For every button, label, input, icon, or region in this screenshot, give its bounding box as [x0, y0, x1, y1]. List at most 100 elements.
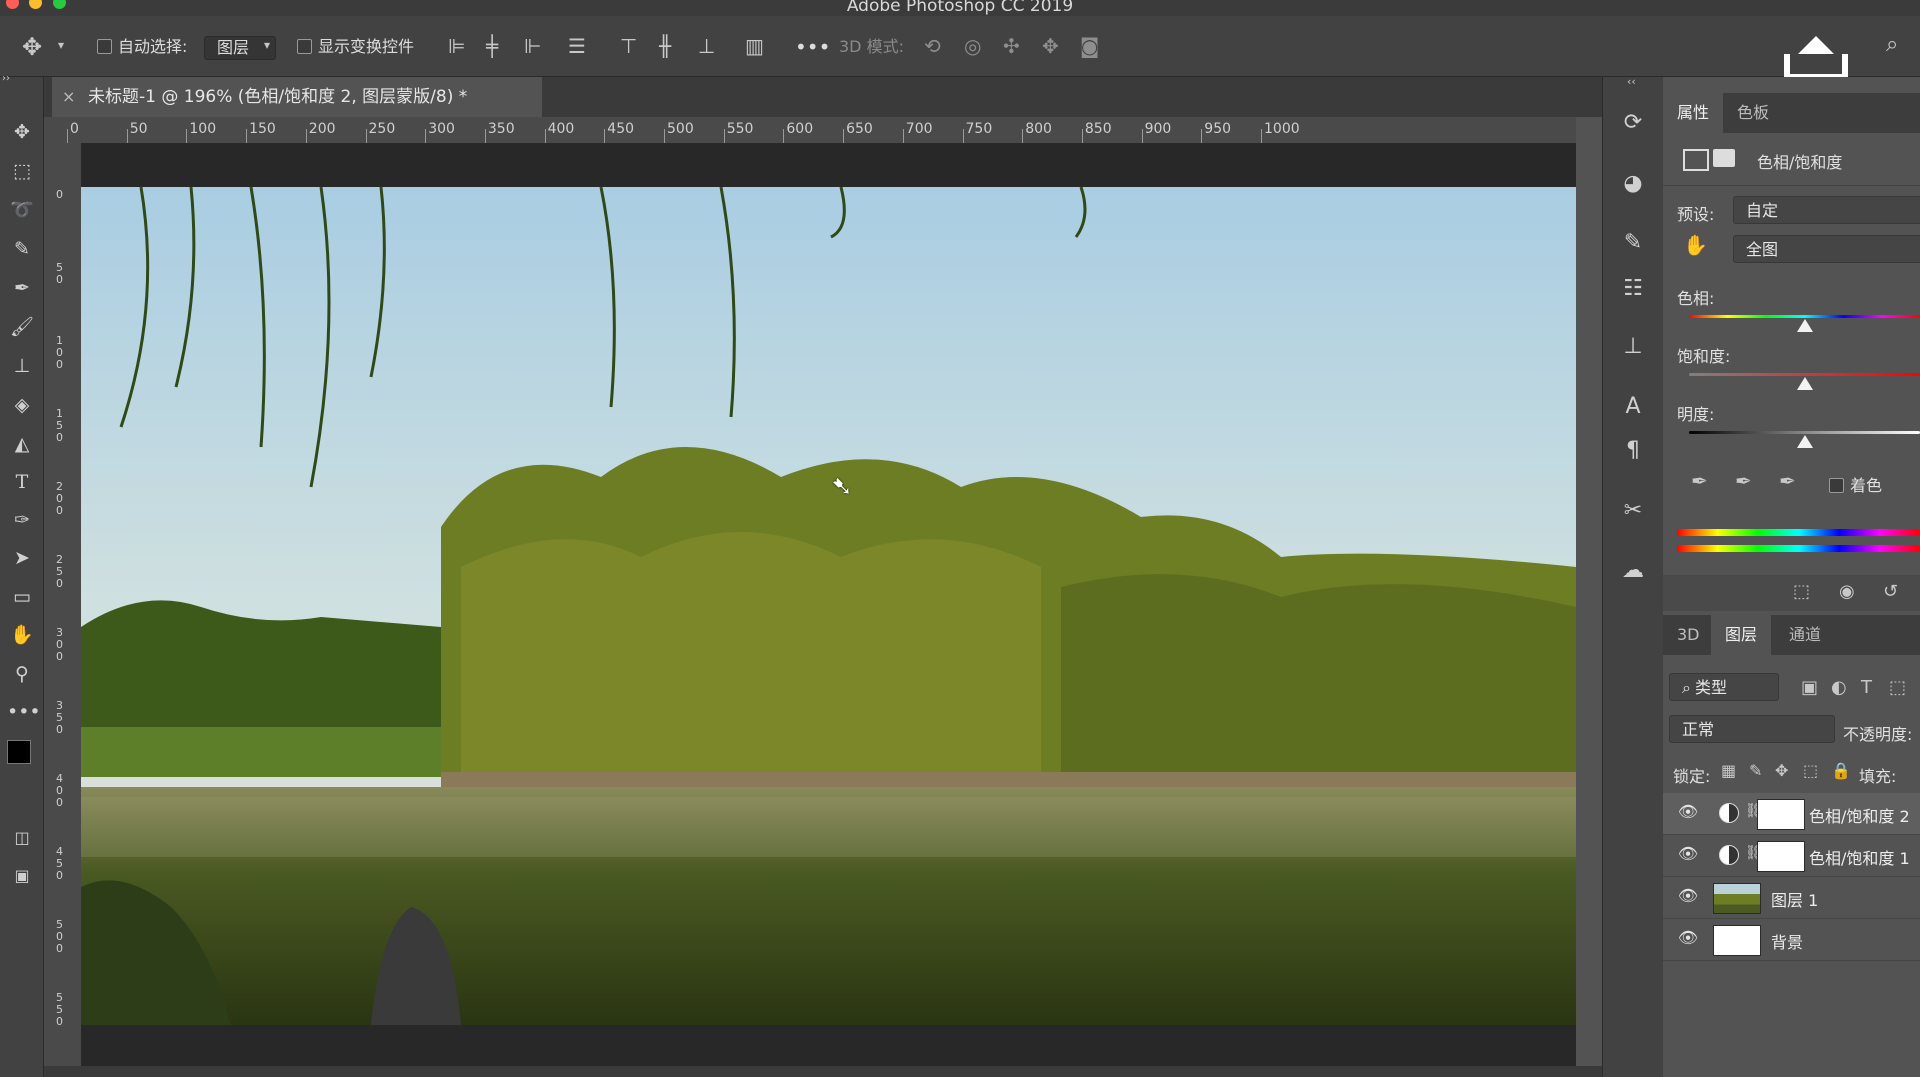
reset-icon[interactable]: ↺: [1883, 581, 1898, 602]
visibility-eye-icon[interactable]: 👁: [1677, 843, 1699, 865]
tool-presets-icon[interactable]: ✂: [1617, 495, 1649, 527]
collapse-panels-icon[interactable]: ‹‹: [1627, 75, 1636, 88]
3d-camera-icon[interactable]: ◙: [1080, 34, 1099, 58]
layer-row[interactable]: 👁 背景: [1663, 919, 1920, 961]
character-icon[interactable]: A: [1617, 391, 1649, 423]
tab-properties[interactable]: 属性: [1663, 93, 1724, 133]
blend-mode-dropdown[interactable]: 正常: [1669, 715, 1835, 743]
brush-settings-icon[interactable]: ✎: [1617, 227, 1649, 259]
more-tools-icon[interactable]: •••: [7, 697, 41, 727]
show-transform-check-icon[interactable]: [297, 39, 312, 54]
lasso-tool-icon[interactable]: ➰: [7, 195, 37, 225]
zoom-icon[interactable]: ⚲: [7, 659, 37, 689]
tab-3d[interactable]: 3D: [1677, 615, 1700, 655]
lock-artboard-icon[interactable]: ⬚: [1803, 761, 1818, 780]
path-select-icon[interactable]: ➤: [7, 543, 37, 573]
history-icon[interactable]: ⟳: [1617, 107, 1649, 139]
3d-pan-icon[interactable]: ✣: [1003, 34, 1020, 58]
lightness-slider-thumb[interactable]: [1796, 435, 1813, 448]
type-tool-icon[interactable]: T: [7, 467, 37, 497]
move-tool-icon[interactable]: ✥: [7, 117, 37, 147]
eyedropper-icon[interactable]: ✒: [1691, 469, 1708, 493]
layer-row[interactable]: 👁 图层 1: [1663, 877, 1920, 919]
eraser-icon[interactable]: ◈: [7, 390, 37, 420]
align-top-icon[interactable]: ⊤: [620, 34, 637, 58]
layer-row[interactable]: 👁 ⛓ 色相/饱和度 2: [1663, 793, 1920, 835]
align-bottom-icon[interactable]: ⊥: [698, 34, 715, 58]
filter-type-icon[interactable]: T: [1861, 677, 1872, 698]
color-palette-icon[interactable]: ◕: [1617, 168, 1649, 200]
search-icon[interactable]: ⌕: [1886, 32, 1898, 57]
eyedropper-add-icon[interactable]: ✒: [1735, 469, 1752, 493]
view-previous-icon[interactable]: ◉: [1839, 581, 1855, 602]
show-transform-checkbox[interactable]: 显示变换控件: [297, 36, 414, 58]
document-tab[interactable]: × 未标题-1 @ 196% (色相/饱和度 2, 图层蒙版/8) *: [52, 77, 542, 117]
move-tool-icon[interactable]: ✥: [22, 33, 42, 61]
layer-filter-dropdown[interactable]: ⌕ 类型: [1669, 673, 1779, 701]
layer-row[interactable]: 👁 ⛓ 色相/饱和度 1: [1663, 835, 1920, 877]
lightness-slider-track[interactable]: [1689, 431, 1920, 434]
align-right-icon[interactable]: ⊩: [524, 34, 541, 58]
distribute-vertical-icon[interactable]: ▥: [745, 34, 764, 58]
3d-slide-icon[interactable]: ✥: [1042, 34, 1059, 58]
adjustments-icon[interactable]: ☷: [1617, 273, 1649, 305]
tab-swatches[interactable]: 色板: [1737, 93, 1769, 133]
hue-slider-thumb[interactable]: [1796, 319, 1813, 332]
lock-transparency-icon[interactable]: ▦: [1721, 761, 1736, 780]
brush-icon[interactable]: 🖌: [7, 312, 37, 342]
visibility-eye-icon[interactable]: 👁: [1677, 885, 1699, 907]
hand-icon[interactable]: ✋: [7, 620, 37, 650]
more-options-button[interactable]: •••: [795, 36, 830, 58]
clone-source-icon[interactable]: ⊥: [1617, 331, 1649, 363]
targeted-adjust-hand-icon[interactable]: ✋: [1683, 233, 1708, 257]
paragraph-icon[interactable]: ¶: [1617, 435, 1649, 467]
quick-select-icon[interactable]: ✎: [7, 234, 37, 264]
align-hcenter-icon[interactable]: ╪: [486, 34, 498, 58]
lock-all-icon[interactable]: 🔒: [1831, 761, 1851, 780]
colorize-checkbox[interactable]: 着色: [1829, 472, 1882, 496]
tab-layers[interactable]: 图层: [1711, 615, 1772, 655]
visibility-eye-icon[interactable]: 👁: [1677, 801, 1699, 823]
saturation-slider-thumb[interactable]: [1796, 377, 1813, 390]
hue-slider-track[interactable]: [1689, 315, 1920, 318]
shape-icon[interactable]: ▭: [7, 582, 37, 612]
3d-roll-icon[interactable]: ◎: [964, 34, 981, 58]
foreground-color-swatch[interactable]: [7, 740, 31, 764]
stamp-icon[interactable]: ⊥: [7, 351, 37, 381]
layer-thumbnail[interactable]: [1713, 883, 1761, 914]
align-vcenter-icon[interactable]: ╫: [659, 34, 671, 58]
layer-thumbnail[interactable]: [1713, 925, 1761, 956]
marquee-tool-icon[interactable]: ⬚: [7, 156, 37, 186]
3d-orbit-icon[interactable]: ⟲: [924, 34, 941, 58]
tool-preset-chevron-icon[interactable]: ▾: [58, 38, 64, 52]
filter-pixel-icon[interactable]: ▣: [1801, 677, 1818, 698]
filter-adjustment-icon[interactable]: ◐: [1831, 677, 1847, 698]
quick-mask-icon[interactable]: ◫: [7, 823, 37, 853]
align-left-icon[interactable]: ⊫: [448, 34, 465, 58]
layer-mask-thumbnail[interactable]: [1757, 841, 1805, 872]
eyedropper-icon[interactable]: ✒: [7, 273, 37, 303]
lock-position-icon[interactable]: ✥: [1775, 761, 1788, 780]
tab-channels[interactable]: 通道: [1789, 615, 1821, 655]
saturation-slider-track[interactable]: [1689, 373, 1920, 376]
screen-mode-icon[interactable]: ▣: [7, 861, 37, 891]
range-dropdown[interactable]: 全图: [1733, 235, 1920, 263]
paint-bucket-icon[interactable]: ◭: [7, 429, 37, 459]
distribute-icon[interactable]: ☰: [568, 34, 586, 58]
document-canvas-image[interactable]: ➷: [81, 187, 1576, 1025]
visibility-eye-icon[interactable]: 👁: [1677, 927, 1699, 949]
auto-select-checkbox[interactable]: 自动选择:: [97, 36, 187, 58]
close-tab-icon[interactable]: ×: [62, 77, 75, 117]
preset-dropdown[interactable]: 自定: [1733, 196, 1920, 224]
pen-icon[interactable]: ✑: [7, 505, 37, 535]
collapse-tools-icon[interactable]: ››: [2, 73, 10, 84]
mask-icon[interactable]: [1713, 149, 1735, 167]
layer-mask-thumbnail[interactable]: [1757, 799, 1805, 830]
eyedropper-subtract-icon[interactable]: ✒: [1779, 469, 1796, 493]
libraries-icon[interactable]: ☁: [1617, 555, 1649, 587]
auto-select-check-icon[interactable]: [97, 39, 112, 54]
colorize-check-icon[interactable]: [1829, 478, 1844, 493]
lock-pixels-icon[interactable]: ✎: [1749, 761, 1762, 780]
clip-to-layer-icon[interactable]: ⬚: [1793, 581, 1810, 602]
filter-shape-icon[interactable]: ⬚: [1889, 677, 1906, 698]
